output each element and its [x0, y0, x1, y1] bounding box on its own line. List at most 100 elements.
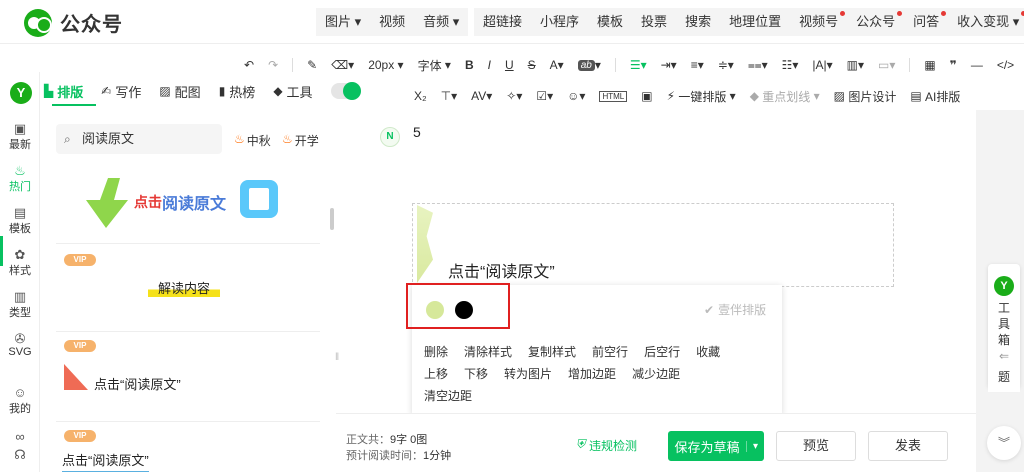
char-spacing-icon[interactable]: AV▾: [471, 89, 492, 103]
template-card[interactable]: VIP 解读内容: [56, 244, 320, 332]
indent-icon[interactable]: ⇥▾: [661, 58, 677, 72]
rail-item-more[interactable]: ∞: [0, 430, 40, 444]
preview-button[interactable]: 预览: [776, 431, 856, 461]
checkbox-icon[interactable]: ☑▾: [536, 89, 553, 103]
italic-icon[interactable]: I: [488, 58, 491, 72]
action-delete[interactable]: 删除: [424, 343, 448, 360]
chevron-down-icon[interactable]: ▾: [746, 440, 764, 452]
border-icon[interactable]: ▭▾: [878, 58, 895, 72]
list-icon[interactable]: ☷▾: [782, 58, 799, 72]
bold-icon[interactable]: B: [465, 58, 474, 72]
subscript-icon[interactable]: X₂: [414, 89, 427, 103]
align-center-icon[interactable]: ≡▾: [691, 58, 704, 72]
tab-write[interactable]: ✍ 写作: [101, 82, 141, 101]
action-decrease-margin[interactable]: 减少边距: [632, 365, 680, 382]
image-design-button[interactable]: ▨ 图片设计: [834, 88, 897, 105]
rail-item-types[interactable]: ▥ 类型: [0, 290, 40, 320]
html-icon[interactable]: HTML: [599, 90, 628, 102]
magic-wand-icon[interactable]: ✧▾: [506, 89, 522, 103]
editor-text-line[interactable]: 5: [413, 124, 421, 140]
tab-layout[interactable]: ▙ 排版: [44, 82, 83, 101]
search-input[interactable]: ⌕ 阅读原文: [56, 124, 222, 154]
tab-trending[interactable]: ▮ 热榜: [219, 82, 256, 101]
action-clear-margin[interactable]: 清空边距: [424, 387, 472, 404]
compliance-check-button[interactable]: ⛨ 违规检测: [576, 437, 637, 454]
letter-spacing-icon[interactable]: |A|▾: [812, 58, 832, 72]
align-left-icon[interactable]: ☰▾: [630, 58, 647, 72]
rail-item-support[interactable]: ☊: [0, 448, 40, 462]
menu-official-account[interactable]: 公众号: [847, 8, 904, 36]
yiban-logo-icon: Y: [994, 276, 1014, 296]
app-logo[interactable]: 公众号: [24, 8, 123, 37]
font-color-icon[interactable]: A▾: [550, 58, 564, 72]
menu-video[interactable]: 视频: [370, 8, 414, 36]
action-move-up[interactable]: 上移: [424, 365, 448, 382]
action-move-down[interactable]: 下移: [464, 365, 488, 382]
menu-search[interactable]: 搜索: [676, 8, 720, 36]
menu-hyperlink[interactable]: 超链接: [474, 8, 531, 36]
action-copy-style[interactable]: 复制样式: [528, 343, 576, 360]
redo-icon[interactable]: ↷: [268, 58, 278, 72]
rail-item-mine[interactable]: ☺ 我的: [0, 386, 40, 416]
ai-layout-button[interactable]: ▤ AI排版: [910, 88, 960, 105]
panel-toggle[interactable]: [330, 82, 361, 100]
menu-channels[interactable]: 视频号: [790, 8, 847, 36]
rail-item-hot[interactable]: ♨ 热门: [0, 164, 40, 194]
menu-monetize[interactable]: 收入变现 ▾: [948, 8, 1024, 36]
one-click-layout-button[interactable]: ⚡ 一键排版 ▾: [667, 88, 736, 105]
horizontal-rule-icon[interactable]: —: [971, 58, 983, 72]
format-painter-icon[interactable]: ✎: [307, 58, 317, 72]
rail-item-templates[interactable]: ▤ 模板: [0, 206, 40, 236]
template-card[interactable]: VIP 点击“阅读原文”: [56, 332, 320, 422]
emoji-icon[interactable]: ☺▾: [567, 89, 585, 103]
rail-item-styles[interactable]: ✿ 样式: [0, 248, 40, 278]
action-favorite[interactable]: 收藏: [696, 343, 720, 360]
tab-images[interactable]: ▨ 配图: [159, 82, 200, 101]
panel-scrollbar[interactable]: [330, 208, 334, 230]
action-clear-style[interactable]: 清除样式: [464, 343, 512, 360]
menu-vote[interactable]: 投票: [632, 8, 676, 36]
menu-image[interactable]: 图片 ▾: [316, 8, 370, 36]
quote-icon[interactable]: ❞: [950, 58, 957, 72]
highlight-line-button[interactable]: ◆ 重点划线 ▾: [750, 88, 820, 105]
tab-tools[interactable]: ◆ 工具: [273, 82, 312, 101]
template-card[interactable]: VIP 点击“阅读原文”: [56, 422, 320, 472]
strikethrough-icon[interactable]: S: [528, 58, 536, 72]
action-increase-margin[interactable]: 增加边距: [568, 365, 616, 382]
briefcase-icon[interactable]: ▣: [641, 89, 652, 103]
line-height-icon[interactable]: ≑▾: [718, 58, 734, 72]
action-space-after[interactable]: 后空行: [644, 343, 680, 360]
publish-button[interactable]: 发表: [868, 431, 948, 461]
action-space-before[interactable]: 前空行: [592, 343, 628, 360]
background-color-icon[interactable]: ab ▾: [577, 58, 601, 72]
rail-item-svg[interactable]: ✇ SVG: [0, 332, 40, 359]
table-icon[interactable]: ▦: [924, 58, 935, 72]
resize-handle-icon[interactable]: ‖: [335, 352, 339, 363]
menu-audio[interactable]: 音频 ▾: [414, 8, 468, 36]
calendar-icon: ▣: [13, 121, 27, 136]
menu-qa[interactable]: 问答: [904, 8, 948, 36]
collapse-down-icon[interactable]: ︾: [987, 426, 1021, 460]
font-family-select[interactable]: 字体 ▾: [418, 57, 451, 74]
hot-tag-school[interactable]: ♨ 开学: [282, 132, 319, 149]
code-icon[interactable]: </>: [997, 58, 1014, 72]
block-title[interactable]: 点击“阅读原文”: [448, 258, 555, 282]
menu-location[interactable]: 地理位置: [720, 8, 790, 36]
underline-icon[interactable]: U: [505, 58, 514, 72]
menu-miniprogram[interactable]: 小程序: [531, 8, 588, 36]
clear-format-icon[interactable]: ⌫▾: [331, 58, 354, 72]
template-card[interactable]: 点击 阅读原文: [56, 168, 320, 244]
action-to-image[interactable]: 转为图片: [504, 365, 552, 382]
font-size-select[interactable]: 20px ▾: [368, 58, 403, 72]
undo-icon[interactable]: ↶: [244, 58, 254, 72]
hot-tag-mid-autumn[interactable]: ♨ 中秋: [234, 132, 271, 149]
grid-icon: ▤: [13, 205, 27, 220]
yiban-logo-icon[interactable]: Y: [10, 82, 32, 104]
rail-item-latest[interactable]: ▣ 最新: [0, 122, 40, 152]
text-direction-icon[interactable]: ⊤▾: [441, 89, 457, 103]
save-draft-button[interactable]: 保存为草稿 ▾: [668, 431, 764, 461]
menu-template[interactable]: 模板: [588, 8, 632, 36]
columns-icon[interactable]: ▥▾: [847, 58, 864, 72]
toolbox-question[interactable]: 题: [988, 362, 1020, 392]
paragraph-spacing-icon[interactable]: ⩵▾: [748, 58, 768, 73]
